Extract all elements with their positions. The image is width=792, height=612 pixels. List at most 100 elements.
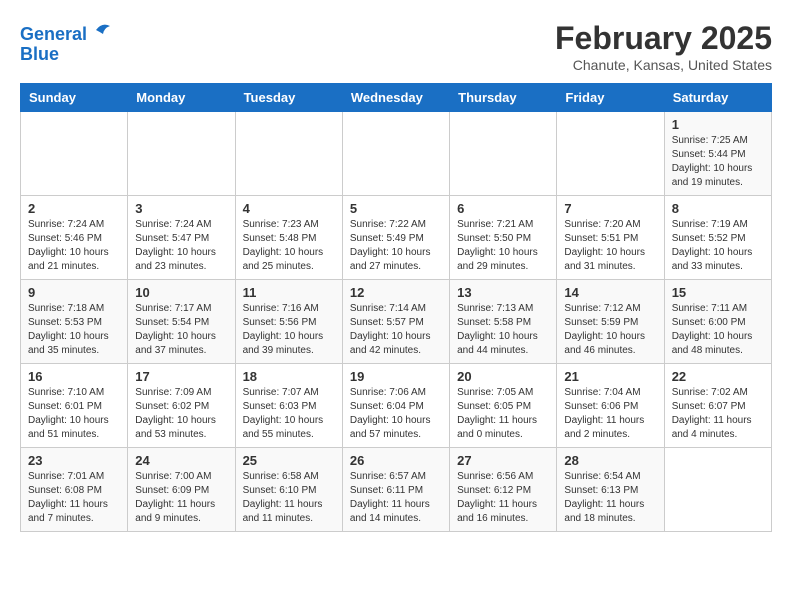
calendar-cell: 22Sunrise: 7:02 AM Sunset: 6:07 PM Dayli… <box>664 364 771 448</box>
calendar-cell: 14 Sunrise: 7:12 AM Sunset: 5:59 PM Dayli… <box>557 280 664 364</box>
day-number: 11 <box>243 285 335 300</box>
calendar-table: SundayMondayTuesdayWednesdayThursdayFrid… <box>20 83 772 532</box>
day-number: 18 <box>243 369 335 384</box>
day-info: Sunrise: 7:16 AM Sunset: 5:56 PM Dayligh… <box>243 302 335 358</box>
calendar-cell: 9 Sunrise: 7:18 AM Sunset: 5:53 PM Daylig… <box>21 280 128 364</box>
day-info: Sunrise: 7:06 AM Sunset: 6:04 PM Dayligh… <box>350 386 442 442</box>
day-info: Sunrise: 7:20 AM Sunset: 5:51 PM Dayligh… <box>564 218 656 274</box>
calendar-cell: 20Sunrise: 7:05 AM Sunset: 6:05 PM Dayli… <box>450 364 557 448</box>
calendar-cell: 16 Sunrise: 7:10 AM Sunset: 6:01 PM Dayli… <box>21 364 128 448</box>
day-number: 16 <box>28 369 120 384</box>
logo-blue: Blue <box>20 44 59 64</box>
calendar-cell: 19 Sunrise: 7:06 AM Sunset: 6:04 PM Dayli… <box>342 364 449 448</box>
day-number: 13 <box>457 285 549 300</box>
day-number: 5 <box>350 201 442 216</box>
day-info: Sunrise: 7:13 AM Sunset: 5:58 PM Dayligh… <box>457 302 549 358</box>
weekday-header-friday: Friday <box>557 84 664 112</box>
calendar-cell: 27 Sunrise: 6:56 AM Sunset: 6:12 PM Dayli… <box>450 448 557 532</box>
calendar-week-1: 1 Sunrise: 7:25 AM Sunset: 5:44 PM Daylig… <box>21 112 772 196</box>
day-info: Sunrise: 7:17 AM Sunset: 5:54 PM Dayligh… <box>135 302 227 358</box>
day-info: Sunrise: 7:05 AM Sunset: 6:05 PM Dayligh… <box>457 386 549 442</box>
day-number: 4 <box>243 201 335 216</box>
calendar-cell: 18 Sunrise: 7:07 AM Sunset: 6:03 PM Dayli… <box>235 364 342 448</box>
calendar-cell <box>21 112 128 196</box>
day-number: 14 <box>564 285 656 300</box>
calendar-cell: 24Sunrise: 7:00 AM Sunset: 6:09 PM Dayli… <box>128 448 235 532</box>
day-info: Sunrise: 7:25 AM Sunset: 5:44 PM Dayligh… <box>672 134 764 190</box>
day-info: Sunrise: 7:23 AM Sunset: 5:48 PM Dayligh… <box>243 218 335 274</box>
day-number: 12 <box>350 285 442 300</box>
calendar-cell: 11 Sunrise: 7:16 AM Sunset: 5:56 PM Dayli… <box>235 280 342 364</box>
day-info: Sunrise: 7:04 AM Sunset: 6:06 PM Dayligh… <box>564 386 656 442</box>
day-number: 15 <box>672 285 764 300</box>
day-info: Sunrise: 7:21 AM Sunset: 5:50 PM Dayligh… <box>457 218 549 274</box>
day-number: 7 <box>564 201 656 216</box>
calendar-cell: 4 Sunrise: 7:23 AM Sunset: 5:48 PM Daylig… <box>235 196 342 280</box>
calendar-week-5: 23Sunrise: 7:01 AM Sunset: 6:08 PM Dayli… <box>21 448 772 532</box>
day-info: Sunrise: 7:19 AM Sunset: 5:52 PM Dayligh… <box>672 218 764 274</box>
calendar-week-2: 2Sunrise: 7:24 AM Sunset: 5:46 PM Daylig… <box>21 196 772 280</box>
day-info: Sunrise: 7:11 AM Sunset: 6:00 PM Dayligh… <box>672 302 764 358</box>
title-section: February 2025 Chanute, Kansas, United St… <box>555 20 772 73</box>
calendar-cell: 2Sunrise: 7:24 AM Sunset: 5:46 PM Daylig… <box>21 196 128 280</box>
calendar-cell: 1 Sunrise: 7:25 AM Sunset: 5:44 PM Daylig… <box>664 112 771 196</box>
logo-bird-icon <box>94 20 112 40</box>
calendar-cell <box>450 112 557 196</box>
calendar-cell: 13 Sunrise: 7:13 AM Sunset: 5:58 PM Dayli… <box>450 280 557 364</box>
calendar-cell <box>342 112 449 196</box>
day-number: 25 <box>243 453 335 468</box>
page-header: General Blue February 2025 Chanute, Kans… <box>20 20 772 73</box>
weekday-header-saturday: Saturday <box>664 84 771 112</box>
weekday-header-monday: Monday <box>128 84 235 112</box>
logo-general: General <box>20 24 87 44</box>
day-info: Sunrise: 6:57 AM Sunset: 6:11 PM Dayligh… <box>350 470 442 526</box>
day-number: 8 <box>672 201 764 216</box>
calendar-cell: 10 Sunrise: 7:17 AM Sunset: 5:54 PM Dayli… <box>128 280 235 364</box>
day-info: Sunrise: 6:56 AM Sunset: 6:12 PM Dayligh… <box>457 470 549 526</box>
day-info: Sunrise: 7:07 AM Sunset: 6:03 PM Dayligh… <box>243 386 335 442</box>
calendar-cell: 3Sunrise: 7:24 AM Sunset: 5:47 PM Daylig… <box>128 196 235 280</box>
calendar-cell <box>235 112 342 196</box>
day-number: 22 <box>672 369 764 384</box>
calendar-cell <box>128 112 235 196</box>
month-title: February 2025 <box>555 20 772 57</box>
calendar-cell: 21 Sunrise: 7:04 AM Sunset: 6:06 PM Dayli… <box>557 364 664 448</box>
calendar-cell: 26 Sunrise: 6:57 AM Sunset: 6:11 PM Dayli… <box>342 448 449 532</box>
calendar-cell: 7 Sunrise: 7:20 AM Sunset: 5:51 PM Daylig… <box>557 196 664 280</box>
calendar-cell: 15 Sunrise: 7:11 AM Sunset: 6:00 PM Dayli… <box>664 280 771 364</box>
weekday-header-sunday: Sunday <box>21 84 128 112</box>
location: Chanute, Kansas, United States <box>555 57 772 73</box>
day-number: 27 <box>457 453 549 468</box>
calendar-week-3: 9 Sunrise: 7:18 AM Sunset: 5:53 PM Daylig… <box>21 280 772 364</box>
calendar-week-4: 16 Sunrise: 7:10 AM Sunset: 6:01 PM Dayli… <box>21 364 772 448</box>
day-number: 6 <box>457 201 549 216</box>
day-info: Sunrise: 7:10 AM Sunset: 6:01 PM Dayligh… <box>28 386 120 442</box>
day-number: 26 <box>350 453 442 468</box>
day-number: 17 <box>135 369 227 384</box>
day-info: Sunrise: 7:18 AM Sunset: 5:53 PM Dayligh… <box>28 302 120 358</box>
calendar-cell: 8 Sunrise: 7:19 AM Sunset: 5:52 PM Daylig… <box>664 196 771 280</box>
day-number: 9 <box>28 285 120 300</box>
day-info: Sunrise: 7:22 AM Sunset: 5:49 PM Dayligh… <box>350 218 442 274</box>
day-info: Sunrise: 7:14 AM Sunset: 5:57 PM Dayligh… <box>350 302 442 358</box>
calendar-cell: 6 Sunrise: 7:21 AM Sunset: 5:50 PM Daylig… <box>450 196 557 280</box>
day-number: 10 <box>135 285 227 300</box>
day-number: 1 <box>672 117 764 132</box>
day-number: 21 <box>564 369 656 384</box>
calendar-cell <box>557 112 664 196</box>
calendar-cell: 12 Sunrise: 7:14 AM Sunset: 5:57 PM Dayli… <box>342 280 449 364</box>
day-number: 2 <box>28 201 120 216</box>
logo: General Blue <box>20 20 112 65</box>
day-info: Sunrise: 7:00 AM Sunset: 6:09 PM Dayligh… <box>135 470 227 526</box>
day-info: Sunrise: 6:58 AM Sunset: 6:10 PM Dayligh… <box>243 470 335 526</box>
weekday-header-thursday: Thursday <box>450 84 557 112</box>
day-info: Sunrise: 7:12 AM Sunset: 5:59 PM Dayligh… <box>564 302 656 358</box>
calendar-cell: 28 Sunrise: 6:54 AM Sunset: 6:13 PM Dayli… <box>557 448 664 532</box>
calendar-cell: 25 Sunrise: 6:58 AM Sunset: 6:10 PM Dayli… <box>235 448 342 532</box>
day-number: 19 <box>350 369 442 384</box>
calendar-header-row: SundayMondayTuesdayWednesdayThursdayFrid… <box>21 84 772 112</box>
day-number: 28 <box>564 453 656 468</box>
day-number: 23 <box>28 453 120 468</box>
day-info: Sunrise: 7:09 AM Sunset: 6:02 PM Dayligh… <box>135 386 227 442</box>
day-info: Sunrise: 6:54 AM Sunset: 6:13 PM Dayligh… <box>564 470 656 526</box>
